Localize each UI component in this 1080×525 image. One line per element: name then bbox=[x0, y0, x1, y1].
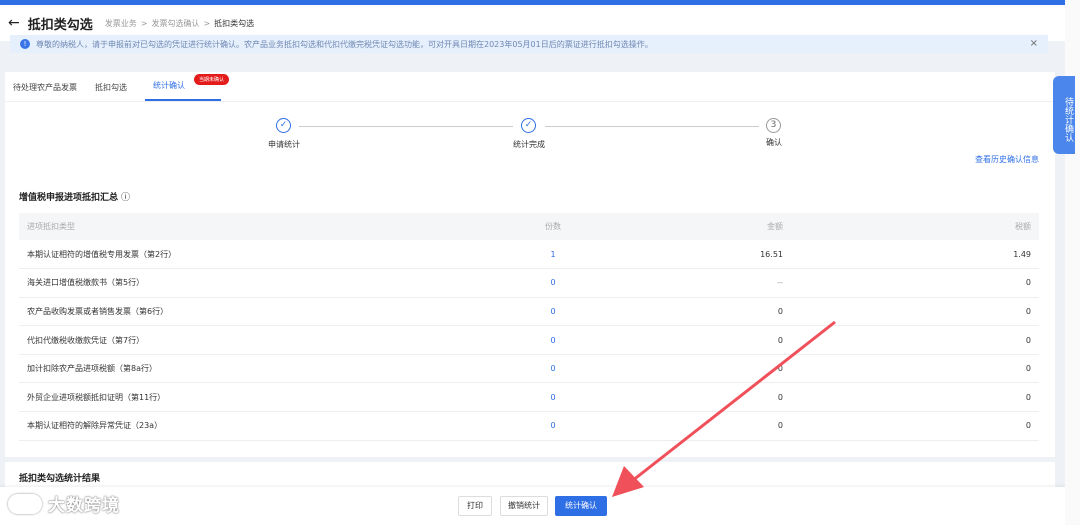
watermark-logo-icon bbox=[8, 493, 42, 514]
table-row: 外贸企业进项税额抵扣证明（第11行） 0 0 0 bbox=[19, 382, 1039, 413]
table-row: 加计扣除农产品进项税额（第8a行） 0 0 0 bbox=[19, 354, 1039, 384]
close-icon[interactable]: × bbox=[1030, 38, 1038, 49]
breadcrumb-current: 抵扣类勾选 bbox=[214, 18, 255, 28]
tab-statistics-confirm[interactable]: 统计确认 当期未确认 bbox=[145, 74, 229, 101]
step-number: 3 bbox=[766, 118, 781, 133]
tab-label: 统计确认 bbox=[153, 81, 185, 90]
cell-type: 本期认证相符的增值税专用发票（第2行） bbox=[19, 240, 453, 270]
cell-amount: 0 bbox=[653, 325, 783, 355]
info-icon: ! bbox=[20, 39, 30, 49]
column-header: 进项抵扣类型 bbox=[19, 213, 453, 240]
breadcrumb-item[interactable]: 发票勾选确认 bbox=[151, 19, 199, 28]
print-button[interactable]: 打印 bbox=[458, 496, 492, 516]
cell-count-link[interactable]: 0 bbox=[453, 268, 653, 298]
cell-amount: 0 bbox=[653, 382, 783, 413]
check-icon: ✓ bbox=[521, 118, 536, 133]
tab-pending-agri-invoices[interactable]: 待处理农产品发票 bbox=[13, 82, 85, 101]
cell-count-link[interactable]: 0 bbox=[453, 354, 653, 384]
cell-type: 外贸企业进项税额抵扣证明（第11行） bbox=[19, 382, 453, 413]
step-label: 申请统计 bbox=[268, 140, 300, 149]
tab-deduction-selection[interactable]: 抵扣勾选 bbox=[95, 82, 135, 101]
main-card: 待处理农产品发票 抵扣勾选 统计确认 当期未确认 ✓ 申请统计 ✓ 统计完成 3… bbox=[5, 72, 1055, 457]
breadcrumb-separator-icon: > bbox=[140, 18, 148, 28]
notice-banner: ! 尊敬的纳税人，请于申报前对已勾选的凭证进行统计确认。农产品业务抵扣勾选和代扣… bbox=[10, 35, 1048, 53]
cell-count-link[interactable]: 0 bbox=[453, 297, 653, 327]
column-header: 份数 bbox=[453, 213, 653, 240]
progress-steps: ✓ 申请统计 ✓ 统计完成 3 确认 bbox=[5, 118, 1055, 158]
history-link[interactable]: 查看历史确认信息 bbox=[975, 154, 1039, 165]
breadcrumb: 发票业务 > 发票勾选确认 > 抵扣类勾选 bbox=[105, 18, 254, 29]
bottom-action-bar: 打印 撤销统计 统计确认 bbox=[0, 487, 1065, 525]
cell-amount: 0 bbox=[653, 297, 783, 327]
cell-count-link[interactable]: 0 bbox=[453, 325, 653, 355]
column-header: 税额 bbox=[783, 213, 1039, 240]
results-title: 抵扣类勾选统计结果 bbox=[19, 474, 101, 484]
table-row: 本期认证相符的增值税专用发票（第2行） 1 16.51 1.49 bbox=[19, 240, 1039, 270]
table-row: 农产品收购发票或者销售发票（第6行） 0 0 0 bbox=[19, 297, 1039, 327]
cell-count-link[interactable]: 0 bbox=[453, 382, 653, 413]
watermark-text: 大数跨境 bbox=[48, 496, 120, 516]
cell-count-link[interactable]: 1 bbox=[453, 240, 653, 270]
cell-tax: 1.49 bbox=[783, 240, 1039, 270]
cell-type: 海关进口增值税缴款书（第5行） bbox=[19, 268, 453, 298]
table-row: 本期认证相符的解除异常凭证（23a） 0 0 0 bbox=[19, 411, 1039, 441]
cell-tax: 0 bbox=[783, 354, 1039, 384]
step-connector bbox=[545, 126, 759, 127]
status-badge: 当期未确认 bbox=[193, 74, 229, 85]
cell-type: 加计扣除农产品进项税额（第8a行） bbox=[19, 354, 453, 384]
info-circle-icon[interactable]: ⓘ bbox=[121, 193, 130, 203]
summary-title: 增值税申报进项抵扣汇总 bbox=[19, 193, 119, 203]
page-title: 抵扣类勾选 bbox=[27, 17, 93, 33]
cell-tax: 0 bbox=[783, 382, 1039, 413]
tab-bar: 待处理农产品发票 抵扣勾选 统计确认 当期未确认 bbox=[5, 72, 1055, 102]
confirm-statistics-button[interactable]: 统计确认 bbox=[555, 496, 607, 516]
step-connector bbox=[299, 126, 513, 127]
cell-count-link[interactable]: 0 bbox=[453, 411, 653, 441]
cancel-statistics-button[interactable]: 撤销统计 bbox=[500, 496, 548, 516]
table-row: 海关进口增值税缴款书（第5行） 0 -- 0 bbox=[19, 268, 1039, 298]
step-label: 统计完成 bbox=[513, 140, 545, 149]
back-arrow-icon[interactable]: ← bbox=[8, 15, 20, 31]
step-label: 确认 bbox=[766, 138, 782, 147]
table-header-row: 进项抵扣类型 份数 金额 税额 bbox=[19, 213, 1039, 240]
table-row: 代扣代缴税收缴款凭证（第7行） 0 0 0 bbox=[19, 325, 1039, 355]
cell-tax: 0 bbox=[783, 297, 1039, 327]
notice-text: 尊敬的纳税人，请于申报前对已勾选的凭证进行统计确认。农产品业务抵扣勾选和代扣代缴… bbox=[36, 39, 653, 49]
cell-amount: -- bbox=[653, 268, 783, 298]
side-floating-tab[interactable]: 待统计确认 bbox=[1053, 76, 1075, 154]
cell-tax: 0 bbox=[783, 268, 1039, 298]
column-header: 金额 bbox=[653, 213, 783, 240]
watermark: 大数跨境 bbox=[8, 491, 120, 516]
cell-amount: 16.51 bbox=[653, 240, 783, 270]
cell-tax: 0 bbox=[783, 411, 1039, 441]
cell-type: 农产品收购发票或者销售发票（第6行） bbox=[19, 297, 453, 327]
cell-type: 本期认证相符的解除异常凭证（23a） bbox=[19, 411, 453, 441]
cell-amount: 0 bbox=[653, 411, 783, 441]
breadcrumb-separator-icon: > bbox=[203, 18, 211, 28]
cell-type: 代扣代缴税收缴款凭证（第7行） bbox=[19, 325, 453, 355]
breadcrumb-item[interactable]: 发票业务 bbox=[105, 19, 137, 28]
summary-table: 进项抵扣类型 份数 金额 税额 本期认证相符的增值税专用发票（第2行） 1 16… bbox=[19, 213, 1039, 441]
section-title: 增值税申报进项抵扣汇总 ⓘ bbox=[19, 190, 130, 203]
cell-amount: 0 bbox=[653, 354, 783, 384]
check-icon: ✓ bbox=[276, 118, 291, 133]
cell-tax: 0 bbox=[783, 325, 1039, 355]
